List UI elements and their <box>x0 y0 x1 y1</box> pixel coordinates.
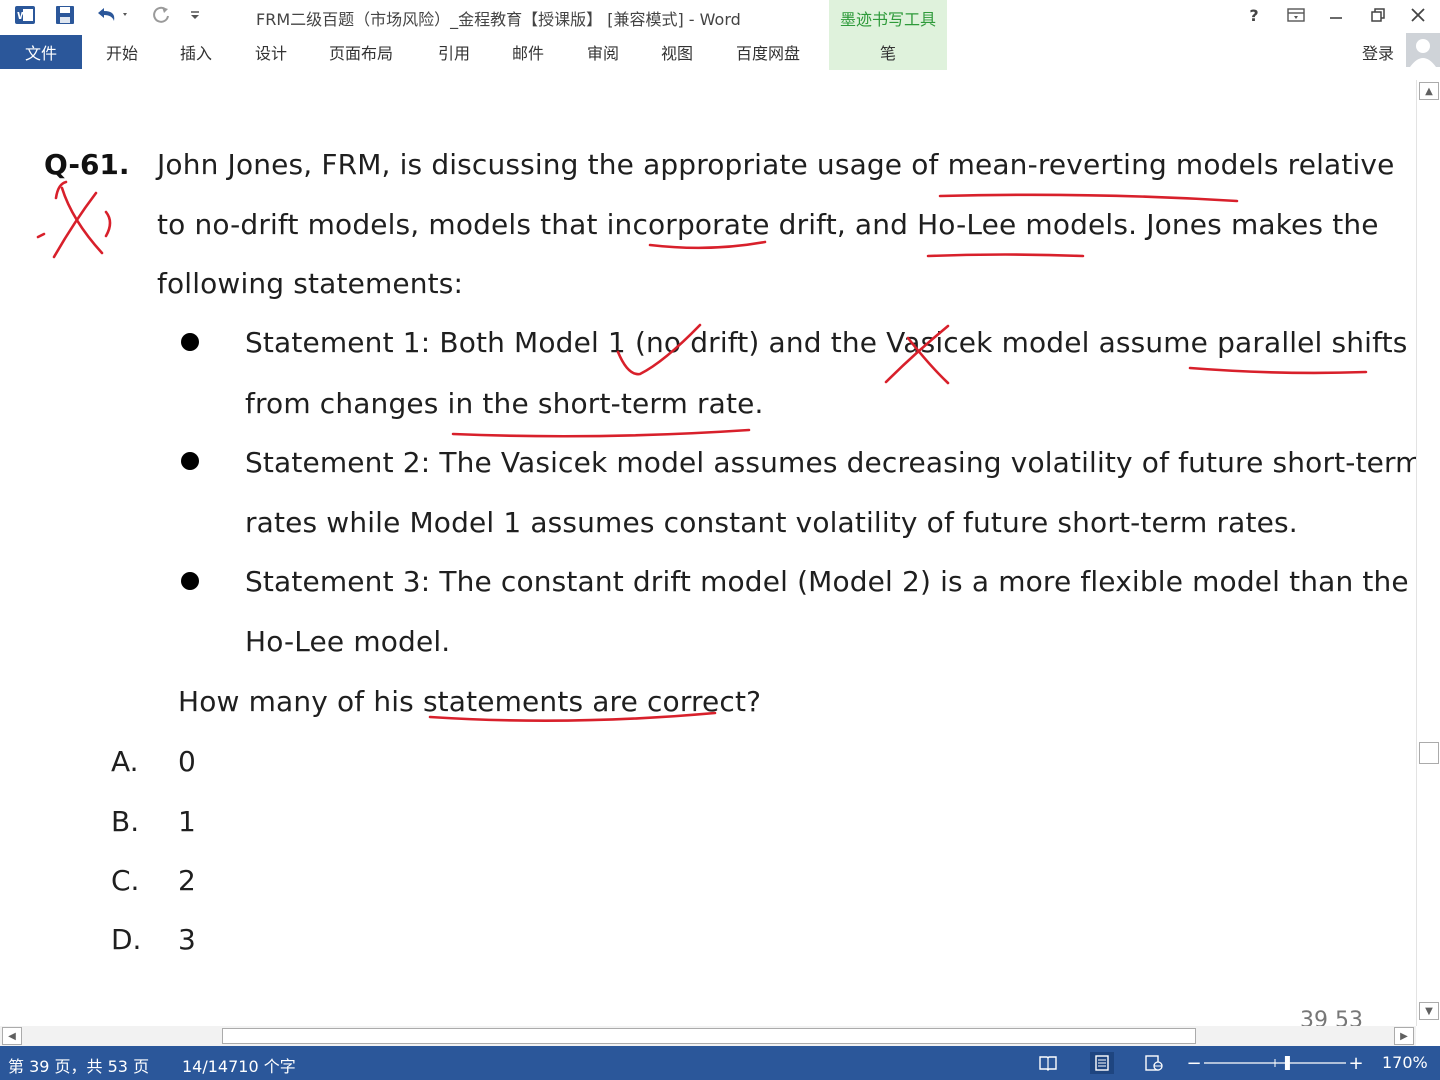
question-stem-line-2: to no-drift models, models that incorpor… <box>157 208 1379 241</box>
document-title: FRM二级百题（市场风险）_金程教育【授课版】 [兼容模式] - Word <box>256 10 741 29</box>
horizontal-scroll-thumb[interactable] <box>222 1028 1196 1044</box>
question-stem-line-1: John Jones, FRM, is discussing the appro… <box>157 148 1395 181</box>
option-d-value: 3 <box>178 923 196 956</box>
statement-1-line-2: from changes in the short-term rate. <box>245 387 764 420</box>
vertical-scroll-thumb[interactable] <box>1419 742 1439 764</box>
bullet-point <box>181 333 199 351</box>
option-a-value: 0 <box>178 745 196 778</box>
statement-1-line-1: Statement 1: Both Model 1 (no drift) and… <box>245 326 1408 359</box>
tab-view[interactable]: 视图 <box>661 40 693 64</box>
option-b-value: 1 <box>178 805 196 838</box>
ink-underline <box>451 428 751 438</box>
ribbon-display-options-icon[interactable] <box>1282 3 1310 27</box>
statement-3-line-2: Ho-Lee model. <box>245 625 451 658</box>
tab-home[interactable]: 开始 <box>106 40 138 64</box>
title-bar: W FRM二级百题（市场风险）_金程教育【授课版】 [兼容模式] - Word … <box>0 0 1440 70</box>
tab-page-layout[interactable]: 页面布局 <box>329 40 393 64</box>
ink-underline <box>926 253 1085 258</box>
ink-cross-mark <box>60 186 104 255</box>
document-page[interactable]: Q-61. John Jones, FRM, is discussing the… <box>0 70 1416 1026</box>
option-c-value: 2 <box>178 864 196 897</box>
print-layout-icon[interactable] <box>1090 1052 1114 1074</box>
ink-cross-mark <box>36 232 46 239</box>
sign-in-link[interactable]: 登录 <box>1362 40 1394 64</box>
ink-cross-mark <box>54 180 68 200</box>
minimize-button[interactable] <box>1322 3 1350 27</box>
page-number-footer: 39 53 <box>1300 1008 1363 1026</box>
tab-baidu-netdisk[interactable]: 百度网盘 <box>736 40 800 64</box>
close-button[interactable] <box>1404 3 1432 27</box>
question-number: Q-61. <box>44 148 130 181</box>
zoom-slider-thumb[interactable] <box>1284 1056 1290 1070</box>
tab-mailings[interactable]: 邮件 <box>512 40 544 64</box>
tab-review[interactable]: 审阅 <box>587 40 619 64</box>
svg-text:W: W <box>17 11 28 22</box>
redo-icon[interactable] <box>148 4 174 26</box>
word-count-indicator[interactable]: 14/14710 个字 <box>182 1053 296 1077</box>
bullet-point <box>181 572 199 590</box>
question-stem-line-3: following statements: <box>157 267 464 300</box>
status-bar: 第 39 页，共 53 页 14/14710 个字 − + 170% <box>0 1046 1440 1080</box>
help-icon[interactable]: ? <box>1240 3 1268 27</box>
option-c-letter: C. <box>111 864 140 897</box>
scroll-left-arrow-icon[interactable]: ◀ <box>2 1027 22 1045</box>
tab-insert[interactable]: 插入 <box>180 40 212 64</box>
scroll-up-arrow-icon[interactable]: ▲ <box>1419 82 1439 100</box>
bullet-point <box>181 452 199 470</box>
ribbon-tabs: 文件 开始 插入 设计 页面布局 引用 邮件 审阅 视图 百度网盘 登录 <box>0 32 1440 70</box>
avatar[interactable] <box>1406 33 1440 67</box>
tab-references[interactable]: 引用 <box>438 40 470 64</box>
horizontal-scrollbar[interactable]: ◀ ▶ <box>0 1026 1416 1046</box>
page-count-indicator[interactable]: 第 39 页，共 53 页 <box>8 1053 149 1077</box>
statement-2-line-2: rates while Model 1 assumes constant vol… <box>245 506 1298 539</box>
read-mode-icon[interactable] <box>1036 1052 1060 1074</box>
tab-file[interactable]: 文件 <box>0 35 82 69</box>
save-icon[interactable] <box>52 4 78 26</box>
ink-tools-label: 墨迹书写工具 <box>839 10 936 29</box>
restore-button[interactable] <box>1364 3 1392 27</box>
ink-cross-mark <box>104 210 112 238</box>
undo-icon[interactable] <box>92 4 132 26</box>
ink-underline <box>938 193 1239 203</box>
vertical-scrollbar[interactable]: ▲ ▼ <box>1416 80 1440 1026</box>
zoom-out-button[interactable]: − <box>1182 1052 1206 1074</box>
ink-underline <box>1188 366 1368 375</box>
word-app-icon[interactable]: W <box>12 4 38 26</box>
zoom-slider[interactable] <box>1204 1054 1346 1072</box>
zoom-level[interactable]: 170% <box>1382 1053 1428 1072</box>
scroll-down-arrow-icon[interactable]: ▼ <box>1419 1002 1439 1020</box>
web-layout-icon[interactable] <box>1142 1052 1166 1074</box>
scroll-right-arrow-icon[interactable]: ▶ <box>1394 1027 1414 1045</box>
question-prompt: How many of his statements are correct? <box>178 685 762 718</box>
option-b-letter: B. <box>111 805 140 838</box>
statement-3-line-1: Statement 3: The constant drift model (M… <box>245 565 1409 598</box>
customize-quick-access-icon[interactable] <box>186 4 204 26</box>
tab-design[interactable]: 设计 <box>255 40 287 64</box>
ink-cross-mark <box>52 191 98 259</box>
zoom-in-button[interactable]: + <box>1344 1052 1368 1074</box>
option-d-letter: D. <box>111 923 142 956</box>
option-a-letter: A. <box>111 745 139 778</box>
statement-2-line-1: Statement 2: The Vasicek model assumes d… <box>245 446 1416 479</box>
ink-underline <box>648 240 767 250</box>
